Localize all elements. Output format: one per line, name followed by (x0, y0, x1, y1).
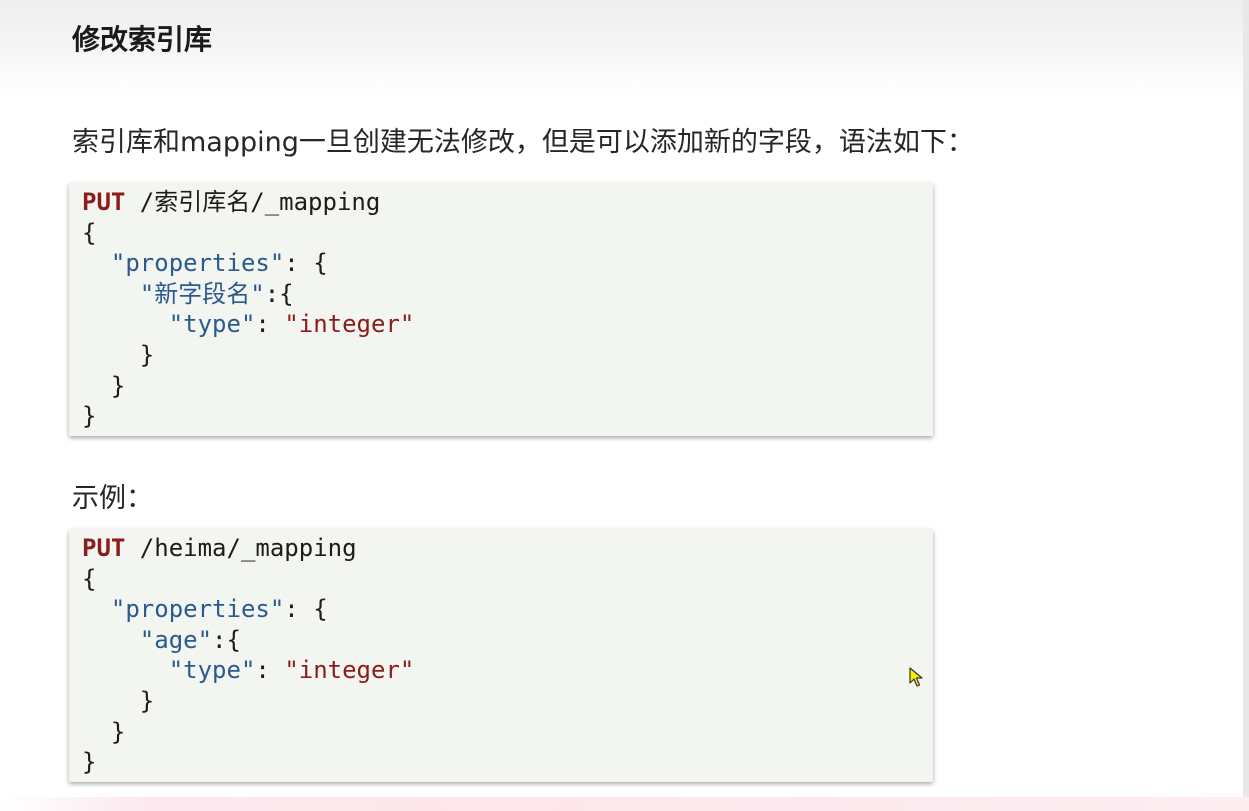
http-method: PUT (82, 534, 126, 562)
json-key-properties: "properties" (110, 595, 285, 624)
code-line: "age":{ (82, 625, 920, 656)
code-line: } (82, 717, 920, 748)
punctuation: : { (284, 249, 328, 278)
bottom-edge (0, 797, 1249, 811)
brace: } (82, 748, 97, 777)
json-key-properties: "properties" (110, 249, 285, 278)
code-line: } (82, 747, 920, 778)
json-key-type: "type" (168, 656, 256, 685)
code-line: "type": "integer" (82, 655, 920, 686)
code-line: PUT /索引库名/_mapping (82, 187, 920, 218)
page-title: 修改索引库 (72, 23, 213, 56)
brace: } (139, 686, 155, 715)
code-line: "properties": { (82, 248, 920, 279)
code-line: "properties": { (82, 594, 920, 625)
code-line: { (82, 564, 920, 595)
example-label: 示例： (72, 483, 153, 514)
json-key-field: "新字段名" (139, 279, 265, 308)
json-key-type: "type" (168, 310, 256, 339)
code-line: "新字段名":{ (82, 279, 920, 310)
code-line: } (82, 371, 920, 402)
http-method: PUT (82, 188, 126, 216)
punctuation: : { (284, 595, 328, 624)
request-path: /索引库名/_mapping (125, 188, 381, 216)
mouse-pointer-icon (909, 667, 923, 687)
json-key-field: "age" (139, 625, 213, 654)
punctuation: : (255, 656, 285, 685)
intro-paragraph: 索引库和mapping一旦创建无法修改，但是可以添加新的字段，语法如下： (72, 127, 974, 158)
brace: } (82, 402, 97, 431)
request-path: /heima/_mapping (125, 534, 357, 562)
code-line: PUT /heima/_mapping (82, 533, 920, 564)
brace: { (82, 564, 97, 593)
json-string-value: "integer" (284, 310, 415, 339)
brace: } (139, 340, 155, 369)
json-string-value: "integer" (284, 656, 415, 685)
scrollbar-track[interactable] (1243, 0, 1249, 811)
code-line: } (82, 340, 920, 371)
brace: } (110, 371, 126, 400)
brace: { (82, 218, 97, 247)
code-line: { (82, 218, 920, 249)
code-line: } (82, 686, 920, 717)
code-line: } (82, 401, 920, 432)
punctuation: :{ (212, 625, 241, 654)
syntax-code-block[interactable]: PUT /索引库名/_mapping { "properties": { "新字… (69, 183, 933, 436)
example-code-block[interactable]: PUT /heima/_mapping { "properties": { "a… (69, 529, 933, 782)
punctuation: :{ (264, 279, 294, 308)
punctuation: : (255, 310, 285, 339)
brace: } (110, 717, 126, 746)
code-line: "type": "integer" (82, 309, 920, 340)
